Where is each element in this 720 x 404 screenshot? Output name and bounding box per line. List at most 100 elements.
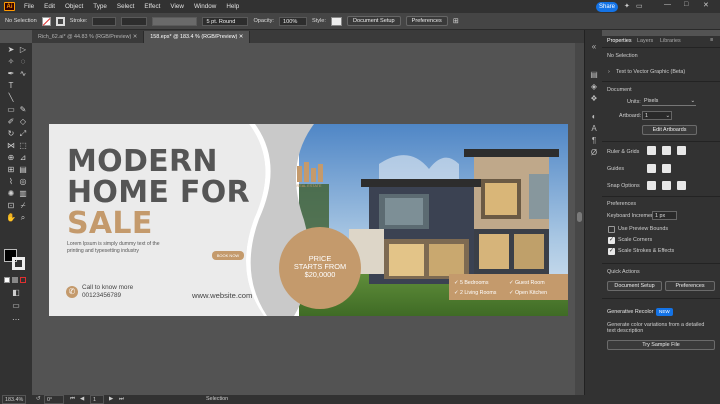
color-panel-icon[interactable]: ◐ [589, 112, 599, 121]
properties-panel-icon[interactable]: ▤ [589, 70, 599, 79]
menu-object[interactable]: Object [60, 3, 88, 10]
close-window-button[interactable]: ✕ [703, 1, 709, 9]
libraries-panel-icon[interactable]: ❖ [589, 94, 599, 103]
close-tab-icon[interactable]: ✕ [239, 34, 244, 40]
units-select[interactable]: Pixels ⌄ [642, 97, 696, 106]
color-mode-icon[interactable] [4, 277, 10, 283]
tab-libraries[interactable]: Libraries [660, 37, 681, 46]
show-rulers-icon[interactable] [647, 146, 656, 155]
first-artboard-icon[interactable]: ⏮ [70, 395, 75, 404]
artboard-number-input[interactable]: 1 [90, 395, 104, 404]
none-mode-icon[interactable] [20, 277, 26, 283]
rotate-tool-icon[interactable]: ↻ [5, 129, 17, 139]
snap-to-point-icon[interactable] [647, 181, 656, 190]
layers-panel-icon[interactable]: ◈ [589, 82, 599, 91]
artboard-select[interactable]: 1 ⌄ [642, 111, 672, 120]
line-tool-icon[interactable]: ╲ [5, 93, 17, 103]
variable-width-select[interactable] [121, 16, 148, 26]
menu-type[interactable]: Type [88, 3, 112, 10]
snap-to-pixel-icon[interactable] [662, 181, 671, 190]
hand-tool-icon[interactable]: ✋ [5, 213, 17, 223]
share-button[interactable]: Share [596, 2, 618, 12]
discover-icon[interactable]: ✦ [624, 2, 630, 10]
text-to-vector-link[interactable]: Text to Vector Graphic (Beta) [616, 69, 685, 75]
brush-select[interactable] [152, 16, 198, 26]
menu-effect[interactable]: Effect [139, 3, 165, 10]
pen-tool-icon[interactable]: ✒ [5, 69, 17, 79]
artboard-tool-icon[interactable]: ⊡ [5, 201, 17, 211]
stroke-swatch[interactable] [55, 16, 65, 26]
edit-toolbar-icon[interactable]: ⋯ [10, 315, 22, 325]
eyedropper-icon[interactable]: ⌇ [5, 177, 17, 187]
arrange-icon[interactable]: ▭ [636, 2, 643, 10]
minimize-button[interactable]: — [664, 1, 671, 8]
document-setup-button[interactable]: Document Setup [346, 16, 401, 26]
use-preview-bounds-checkbox[interactable] [608, 226, 615, 233]
draw-mode-icon[interactable]: ◧ [10, 288, 22, 298]
chevron-right-icon[interactable]: › [608, 69, 610, 75]
shaper-tool-icon[interactable]: ✐ [5, 117, 17, 127]
lasso-tool-icon[interactable]: ◌ [17, 57, 29, 67]
magic-wand-icon[interactable]: ✧ [5, 57, 17, 67]
mesh-tool-icon[interactable]: ⊞ [5, 165, 17, 175]
next-artboard-icon[interactable]: ▶ [109, 395, 113, 404]
free-transform-icon[interactable]: ⬚ [17, 141, 29, 151]
collapse-panels-icon[interactable]: « [589, 42, 599, 51]
scale-tool-icon[interactable]: ⤢ [17, 129, 29, 139]
stroke-color-swatch[interactable] [12, 257, 25, 270]
tab-158[interactable]: 158.eps* @ 183.4 % (RGB/Preview) ✕ [144, 31, 251, 43]
try-sample-file-button[interactable]: Try Sample File [607, 340, 715, 350]
selection-tool-icon[interactable]: ➤ [5, 45, 17, 55]
show-grid-icon[interactable] [662, 146, 671, 155]
symbol-sprayer-icon[interactable]: ✺ [5, 189, 17, 199]
perspective-grid-icon[interactable]: ⊿ [17, 153, 29, 163]
zoom-level-select[interactable]: 183.4% [2, 395, 26, 404]
opacity-label[interactable]: Opacity: [253, 18, 274, 24]
shape-builder-icon[interactable]: ⊕ [5, 153, 17, 163]
rotate-view-icon[interactable]: ↺ [36, 395, 41, 404]
fill-swatch[interactable] [41, 16, 51, 26]
style-swatch[interactable] [330, 16, 342, 26]
brush-definition-select[interactable]: 5 pt. Round [202, 16, 249, 26]
tab-layers[interactable]: Layers [637, 37, 653, 46]
qa-preferences-button[interactable]: Preferences [665, 281, 715, 291]
scrollbar-thumb[interactable] [577, 212, 582, 222]
eraser-tool-icon[interactable]: ◇ [17, 117, 29, 127]
screen-mode-icon[interactable]: ▭ [10, 301, 22, 311]
stroke-weight-input[interactable] [92, 16, 117, 26]
type-tool-icon[interactable]: T [5, 81, 17, 91]
keyboard-increment-input[interactable]: 1 px [652, 211, 677, 220]
menu-view[interactable]: View [165, 3, 189, 10]
menu-file[interactable]: File [19, 3, 39, 10]
opentype-panel-icon[interactable]: Ø [589, 148, 599, 157]
arrange-documents-icon[interactable]: ⊞ [453, 17, 459, 25]
close-tab-icon[interactable]: ✕ [133, 34, 138, 40]
preferences-button[interactable]: Preferences [405, 16, 448, 26]
qa-document-setup-button[interactable]: Document Setup [607, 281, 662, 291]
rotation-angle-select[interactable]: 0° [44, 395, 64, 404]
scale-corners-checkbox[interactable]: ✓ [608, 237, 615, 244]
column-graph-icon[interactable]: ▥ [17, 189, 29, 199]
tab-properties[interactable]: Properties [607, 37, 632, 46]
lock-guides-icon[interactable] [662, 164, 671, 173]
panel-menu-icon[interactable]: ≡ [710, 37, 713, 43]
opacity-input[interactable]: 100% [278, 16, 307, 26]
curvature-tool-icon[interactable]: ∿ [17, 69, 29, 79]
gradient-tool-icon[interactable]: ▤ [17, 165, 29, 175]
transparency-grid-icon[interactable] [677, 146, 686, 155]
artboard[interactable]: MODERN HOME FOR SALE Lorem Ipsum is simp… [49, 124, 568, 316]
snap-to-glyph-icon[interactable] [677, 181, 686, 190]
menu-help[interactable]: Help [221, 3, 244, 10]
scale-strokes-checkbox[interactable]: ✓ [608, 248, 615, 255]
show-guides-icon[interactable] [647, 164, 656, 173]
gradient-mode-icon[interactable] [12, 277, 18, 283]
width-tool-icon[interactable]: ⋈ [5, 141, 17, 151]
direct-selection-tool-icon[interactable]: ▷ [17, 45, 29, 55]
prev-artboard-icon[interactable]: ◀ [80, 395, 84, 404]
slice-tool-icon[interactable]: ⌿ [17, 201, 29, 211]
character-panel-icon[interactable]: A [589, 124, 599, 133]
menu-select[interactable]: Select [112, 3, 140, 10]
last-artboard-icon[interactable]: ⏭ [119, 395, 124, 404]
maximize-button[interactable]: □ [684, 1, 688, 8]
blend-tool-icon[interactable]: ◎ [17, 177, 29, 187]
